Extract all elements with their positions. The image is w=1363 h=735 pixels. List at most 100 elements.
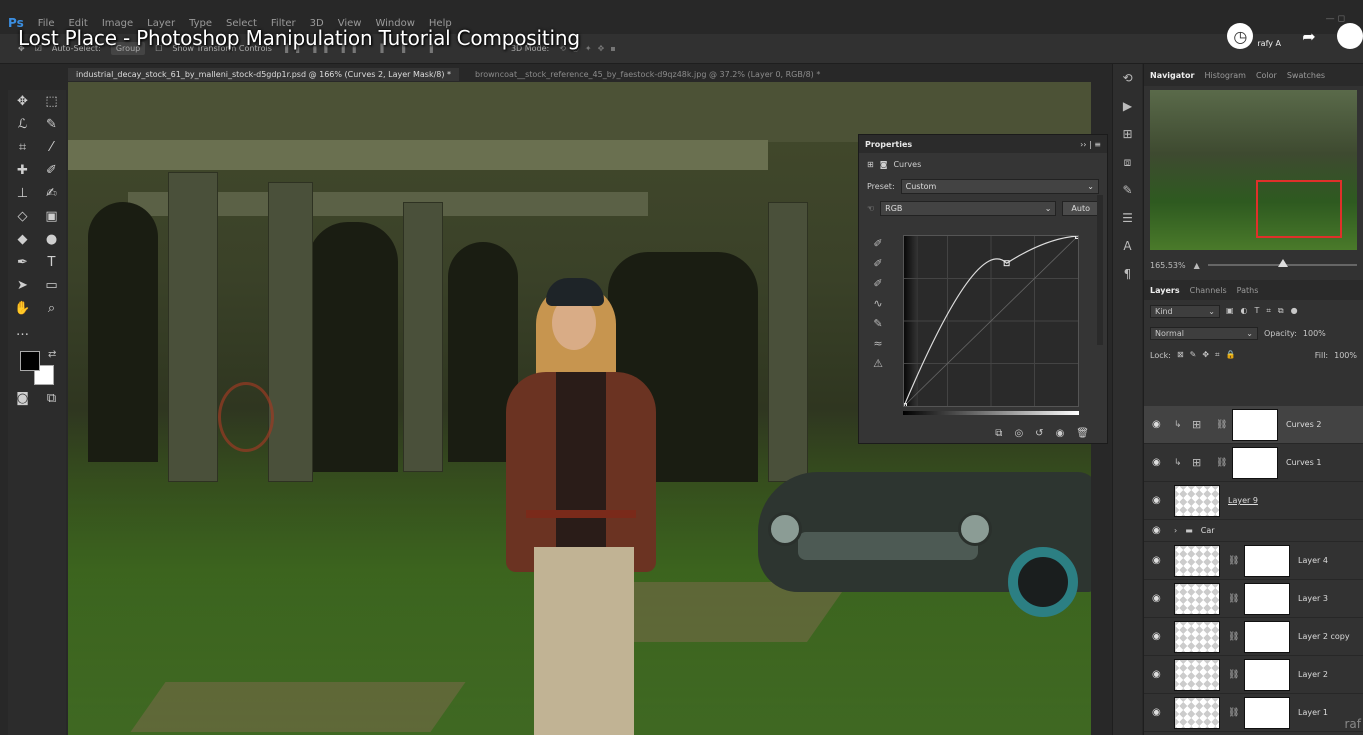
link-icon[interactable]: ⛓: [1228, 708, 1239, 718]
tab-navigator[interactable]: Navigator: [1150, 71, 1194, 80]
layer-1[interactable]: ◉ ⛓ Layer 1: [1144, 694, 1363, 732]
screen-mode-icon[interactable]: ⧉: [39, 389, 64, 408]
clip-to-layer-icon[interactable]: ⧉: [995, 428, 1002, 439]
clipping-warning-icon[interactable]: ⚠: [867, 353, 889, 373]
layer-mask-thumb[interactable]: [1244, 696, 1290, 729]
link-icon[interactable]: ⛓: [1228, 556, 1239, 566]
layer-2-copy[interactable]: ◉ ⛓ Layer 2 copy: [1144, 618, 1363, 656]
navigator-view-box[interactable]: [1256, 180, 1342, 238]
eye-icon[interactable]: ◉: [1152, 555, 1166, 566]
eye-icon[interactable]: ◉: [1152, 707, 1166, 718]
auto-button[interactable]: Auto: [1062, 200, 1099, 216]
opacity-value[interactable]: 100%: [1303, 329, 1326, 338]
reset-icon[interactable]: ↺: [1035, 428, 1043, 439]
kind-filter-select[interactable]: Kind ⌄: [1150, 304, 1220, 318]
actions-play-icon[interactable]: ▶: [1113, 92, 1142, 120]
eyedropper-tool-icon[interactable]: ⁄: [39, 138, 64, 157]
smooth-icon[interactable]: ≈: [867, 333, 889, 353]
layer-3[interactable]: ◉ ⛓ Layer 3: [1144, 580, 1363, 618]
properties-header[interactable]: Properties ›› | ≡: [859, 135, 1107, 153]
healing-tool-icon[interactable]: ✚: [10, 161, 35, 180]
pencil-draw-icon[interactable]: ✎: [867, 313, 889, 333]
quick-mask-icon[interactable]: ◙: [10, 389, 35, 408]
layer-9[interactable]: ◉ Layer 9: [1144, 482, 1363, 520]
zoom-slider-knob[interactable]: [1277, 259, 1288, 267]
sliders-icon[interactable]: ☰: [1113, 204, 1142, 232]
tab-paths[interactable]: Paths: [1237, 286, 1259, 295]
layer-mask-thumb[interactable]: [1232, 408, 1278, 441]
eye-icon[interactable]: ◉: [1152, 593, 1166, 604]
swap-colors-icon[interactable]: ⇄: [48, 349, 56, 360]
paragraph-icon[interactable]: ¶: [1113, 260, 1142, 288]
libraries-icon[interactable]: ⧈: [1113, 148, 1142, 176]
adjustments-icon[interactable]: ⊞: [1113, 120, 1142, 148]
move-tool-icon[interactable]: ✥: [10, 92, 35, 111]
preset-select[interactable]: Custom ⌄: [900, 178, 1099, 194]
zoom-value[interactable]: 165.53%: [1150, 261, 1186, 270]
hand-tool-icon[interactable]: ✋: [10, 299, 35, 318]
lasso-tool-icon[interactable]: ℒ: [10, 115, 35, 134]
quick-select-icon[interactable]: ✎: [39, 115, 64, 134]
foreground-color[interactable]: [20, 351, 40, 371]
brush-settings-icon[interactable]: ✎: [1113, 176, 1142, 204]
eye-icon[interactable]: ◉: [1152, 495, 1166, 506]
layer-group-car[interactable]: ◉ › ▬ Car: [1144, 520, 1363, 542]
target-adjust-icon[interactable]: ☜: [867, 204, 874, 213]
dodge-tool-icon[interactable]: ●: [39, 230, 64, 249]
info-icon[interactable]: [1337, 23, 1363, 49]
panel-menu-icon[interactable]: ›› | ≡: [1080, 140, 1101, 149]
history-brush-icon[interactable]: ✍: [39, 184, 64, 203]
doc-tab-active[interactable]: industrial_decay_stock_61_by_malleni_sto…: [68, 67, 460, 81]
visibility-icon[interactable]: ◉: [1056, 428, 1065, 439]
path-select-icon[interactable]: ➤: [10, 276, 35, 295]
layer-thumb[interactable]: [1174, 582, 1220, 615]
eye-icon[interactable]: ◉: [1152, 457, 1166, 468]
fill-value[interactable]: 100%: [1334, 351, 1357, 360]
layer-thumb[interactable]: [1174, 620, 1220, 653]
tab-channels[interactable]: Channels: [1190, 286, 1227, 295]
trash-icon[interactable]: 🗑: [1076, 428, 1089, 439]
share-icon[interactable]: ➦: [1295, 22, 1323, 50]
history-icon[interactable]: ⟲: [1113, 64, 1142, 92]
properties-scrollbar[interactable]: [1097, 195, 1103, 345]
eye-icon[interactable]: ◉: [1152, 631, 1166, 642]
layer-mask-thumb[interactable]: [1244, 620, 1290, 653]
tab-color[interactable]: Color: [1256, 71, 1277, 80]
pen-tool-icon[interactable]: ✒: [10, 253, 35, 272]
black-point-eyedropper-icon[interactable]: ✐: [867, 233, 889, 253]
link-icon[interactable]: ⛓: [1216, 420, 1227, 430]
type-tool-icon[interactable]: T: [39, 253, 64, 272]
layer-curves-1[interactable]: ◉ ↳ ⊞ ⛓ Curves 1: [1144, 444, 1363, 482]
video-title[interactable]: Lost Place - Photoshop Manipulation Tuto…: [18, 26, 580, 50]
channel-select[interactable]: RGB ⌄: [880, 200, 1057, 216]
shape-tool-icon[interactable]: ▭: [39, 276, 64, 295]
group-expand-icon[interactable]: ›: [1174, 526, 1177, 535]
layer-2[interactable]: ◉ ⛓ Layer 2: [1144, 656, 1363, 694]
link-icon[interactable]: ⛓: [1228, 670, 1239, 680]
lock-icons[interactable]: ⊠✎✥⌗🔒: [1177, 350, 1242, 360]
layer-thumb[interactable]: [1174, 658, 1220, 691]
layer-mask-thumb[interactable]: [1244, 582, 1290, 615]
eraser-tool-icon[interactable]: ◇: [10, 207, 35, 226]
watch-later-icon[interactable]: ◷: [1227, 23, 1254, 49]
doc-tab-inactive[interactable]: browncoat__stock_reference_45_by_faestoc…: [467, 68, 828, 81]
brush-tool-icon[interactable]: ✐: [39, 161, 64, 180]
layer-4[interactable]: ◉ ⛓ Layer 4: [1144, 542, 1363, 580]
gradient-tool-icon[interactable]: ▣: [39, 207, 64, 226]
color-swatches[interactable]: ⇄: [8, 349, 66, 387]
stamp-tool-icon[interactable]: ⊥: [10, 184, 35, 203]
view-previous-icon[interactable]: ◎: [1014, 428, 1023, 439]
tab-histogram[interactable]: Histogram: [1204, 71, 1246, 80]
layer-thumb[interactable]: [1174, 544, 1220, 577]
link-icon[interactable]: ⛓: [1228, 632, 1239, 642]
character-icon[interactable]: A: [1113, 232, 1142, 260]
layer-mask-thumb[interactable]: [1244, 658, 1290, 691]
layer-mask-thumb[interactable]: [1232, 446, 1278, 479]
zoom-slider[interactable]: [1207, 259, 1357, 267]
navigator-thumbnail[interactable]: [1150, 90, 1357, 250]
eye-icon[interactable]: ◉: [1152, 525, 1166, 536]
white-point-eyedropper-icon[interactable]: ✐: [867, 273, 889, 293]
layer-thumb[interactable]: [1174, 696, 1220, 729]
gray-point-eyedropper-icon[interactable]: ✐: [867, 253, 889, 273]
filter-icons[interactable]: ▣◐T⌗⧉●: [1226, 306, 1305, 316]
